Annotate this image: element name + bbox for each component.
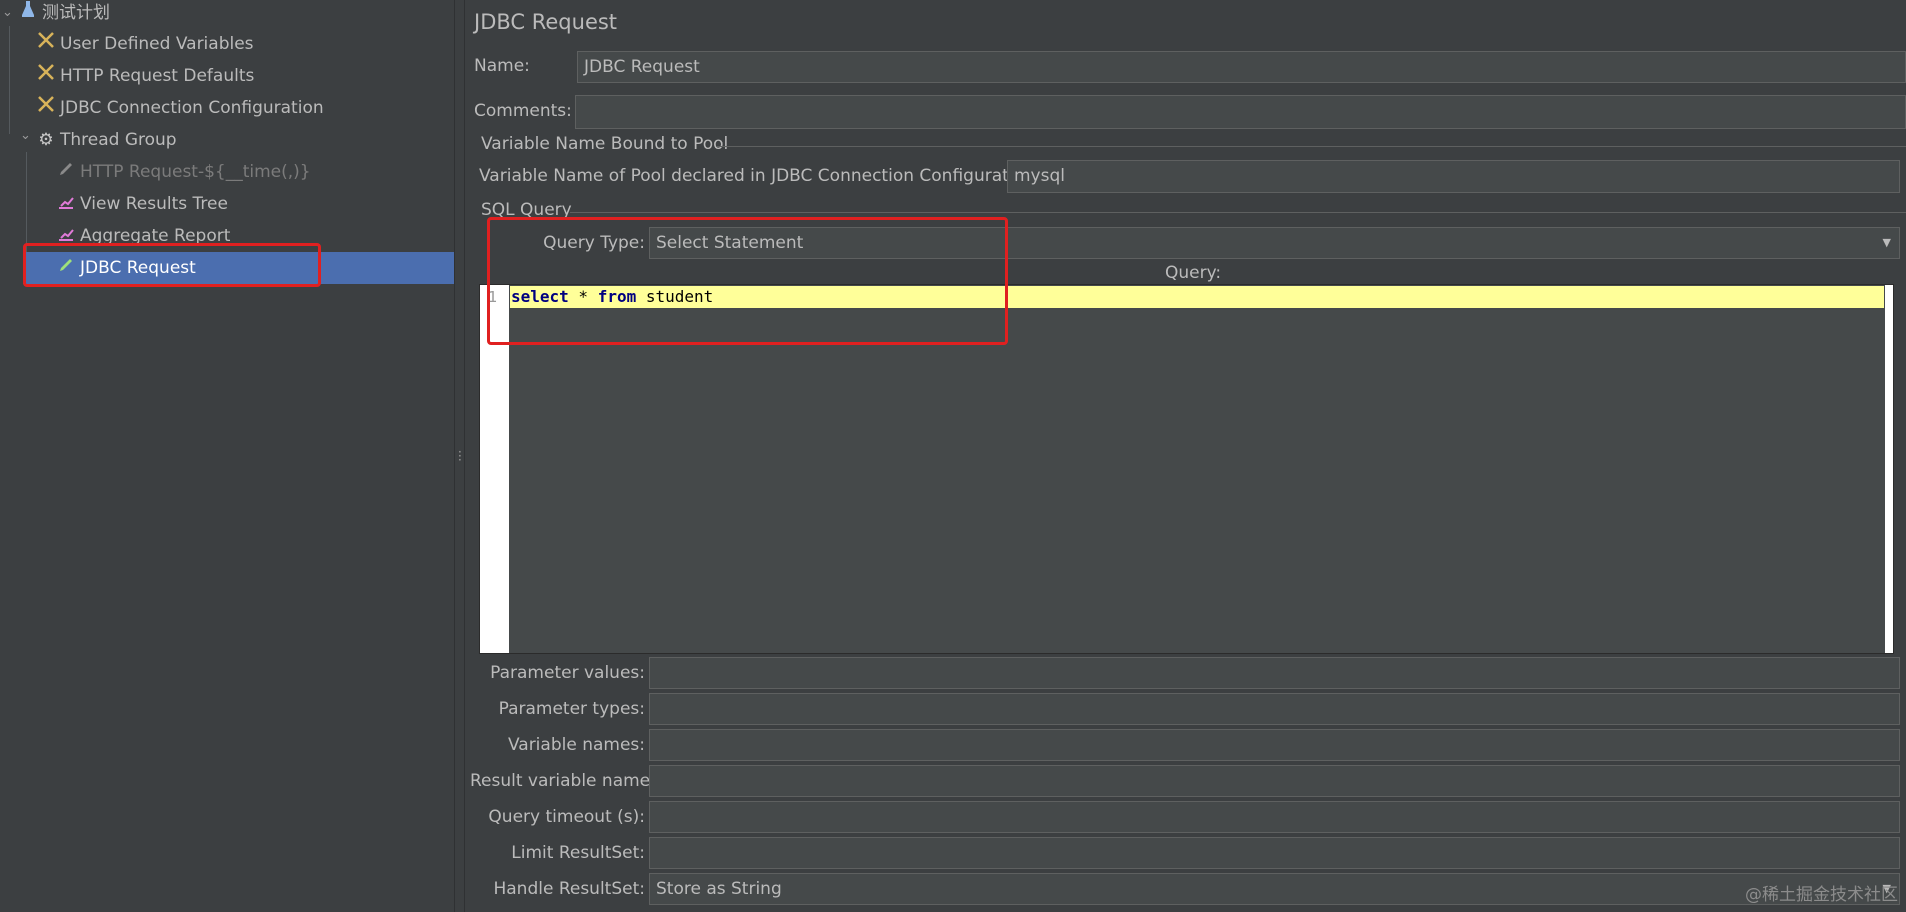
tree-item-http-request-defaults[interactable]: HTTP Request Defaults — [36, 60, 254, 92]
tools-icon — [36, 28, 56, 60]
result-variable-name-field[interactable] — [649, 765, 1900, 797]
drag-handle-icon: · · · — [458, 445, 462, 467]
param-values-label: Parameter values: — [490, 663, 645, 683]
section-divider — [716, 146, 1906, 147]
tree-item-label: HTTP Request Defaults — [60, 66, 255, 86]
tree-item-jdbc-connection-config[interactable]: JDBC Connection Configuration — [36, 92, 324, 124]
chart-icon — [56, 188, 76, 220]
split-pane-divider[interactable]: · · · — [454, 0, 465, 912]
handle-resultset-label: Handle ResultSet: — [493, 879, 645, 899]
tree-item-label: 测试计划 — [42, 3, 110, 23]
section-divider — [570, 212, 1906, 213]
editor-scrollbar[interactable] — [1885, 285, 1893, 653]
tree-item-label: View Results Tree — [80, 194, 228, 214]
tree-item-test-plan[interactable]: 测试计划 — [18, 0, 110, 29]
dropdown-arrow-icon: ▼ — [1882, 236, 1891, 249]
highlight-box-query — [487, 217, 1008, 345]
comments-label: Comments: — [474, 101, 572, 121]
query-timeout-label: Query timeout (s): — [488, 807, 645, 827]
handle-resultset-select[interactable]: Store as String ▼ — [649, 873, 1900, 905]
name-field[interactable]: JDBC Request — [577, 51, 1906, 83]
name-label: Name: — [474, 56, 530, 76]
test-plan-tree: ⌄ 测试计划 User Defined Variables HTTP Reque… — [0, 0, 454, 912]
tree-item-view-results-tree[interactable]: View Results Tree — [56, 188, 228, 220]
pool-section-title: Variable Name Bound to Pool — [481, 134, 729, 154]
pool-name-field[interactable]: mysql — [1007, 160, 1900, 193]
param-types-field[interactable] — [649, 693, 1900, 725]
chevron-down-icon[interactable]: ⌄ — [2, 5, 13, 20]
tree-item-label: Thread Group — [60, 130, 177, 150]
tree-item-label: User Defined Variables — [60, 34, 254, 54]
pool-label: Variable Name of Pool declared in JDBC C… — [479, 166, 1041, 186]
param-types-label: Parameter types: — [498, 699, 645, 719]
limit-resultset-field[interactable] — [649, 837, 1900, 869]
result-variable-name-label: Result variable name: — [470, 771, 656, 791]
handle-resultset-value: Store as String — [656, 879, 782, 899]
tree-item-label: HTTP Request-${__time(,)} — [80, 162, 311, 182]
tree-item-http-request[interactable]: HTTP Request-${__time(,)} — [56, 156, 311, 188]
gear-icon: ⚙ — [38, 130, 54, 150]
comments-field[interactable] — [575, 95, 1906, 129]
watermark: @稀土掘金技术社区 — [1745, 885, 1898, 905]
highlight-box-tree — [23, 243, 321, 287]
variable-names-field[interactable] — [649, 729, 1900, 761]
param-values-field[interactable] — [649, 657, 1900, 689]
tools-icon — [36, 60, 56, 92]
variable-names-label: Variable names: — [507, 735, 645, 755]
limit-resultset-label: Limit ResultSet: — [511, 843, 645, 863]
page-title: JDBC Request — [474, 10, 618, 34]
query-timeout-field[interactable] — [649, 801, 1900, 833]
tree-item-user-defined-variables[interactable]: User Defined Variables — [36, 28, 254, 60]
flask-icon — [18, 0, 38, 29]
tree-item-thread-group[interactable]: ⚙ Thread Group — [36, 124, 177, 156]
query-label: Query: — [1165, 263, 1222, 283]
tree-item-label: JDBC Connection Configuration — [60, 98, 324, 118]
pencil-icon — [56, 156, 76, 188]
chevron-down-icon[interactable]: ⌄ — [20, 128, 31, 143]
tools-icon — [36, 92, 56, 124]
